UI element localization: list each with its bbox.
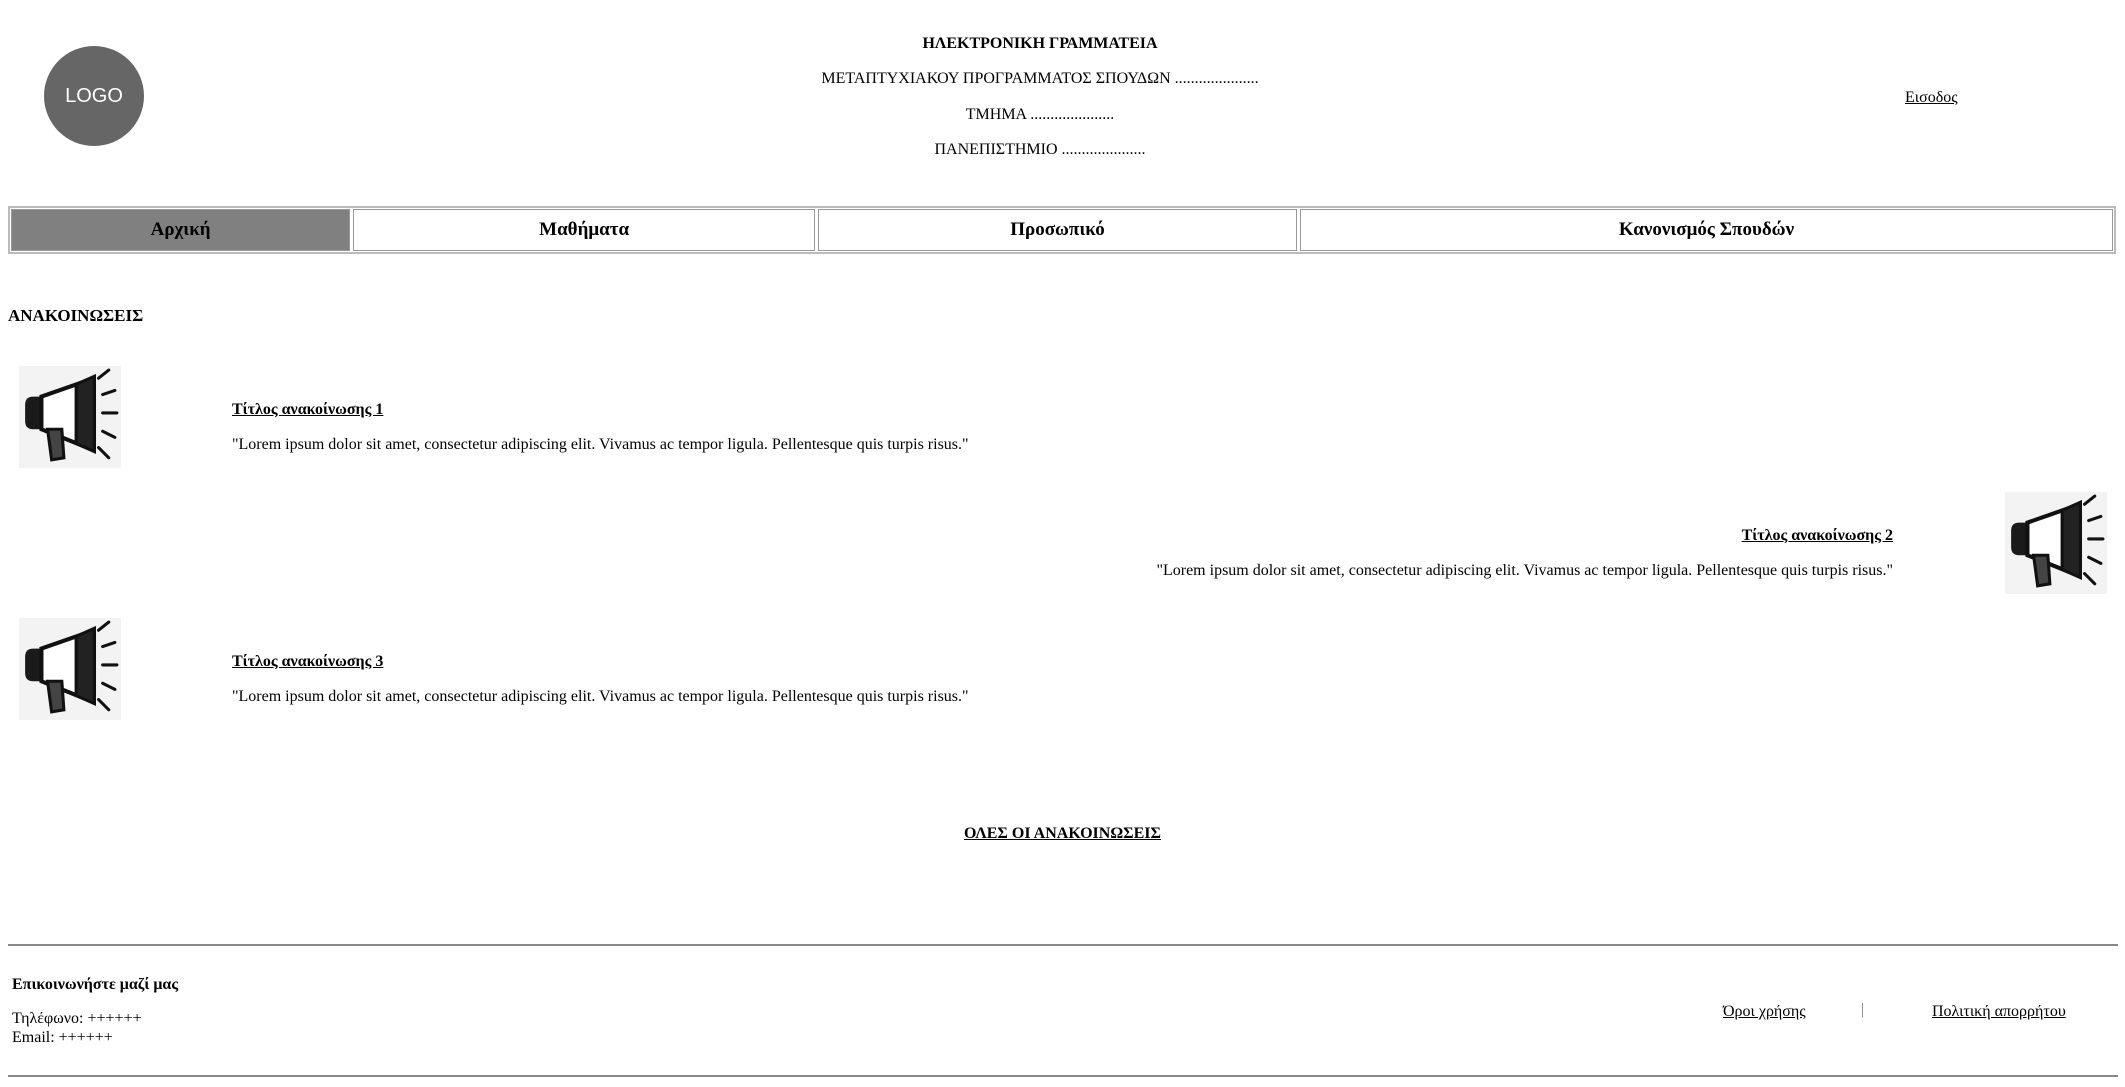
announcement-title-3[interactable]: Τίτλος ανακοίνωσης 3 (232, 653, 383, 671)
department-name: ΤΜΗΜΑ ..................... (965, 106, 1115, 123)
footer-divider-bottom (8, 1075, 2118, 1077)
contact-email: Email: ++++++ (12, 1029, 113, 1046)
main-nav: Αρχική Μαθήματα Προσωπικό Κανονισμός Σπο… (8, 206, 2116, 254)
nav-item-regulations[interactable]: Κανονισμός Σπουδών (1299, 209, 2113, 251)
nav-item-courses[interactable]: Μαθήματα (353, 209, 816, 251)
megaphone-icon (19, 618, 121, 720)
megaphone-icon (19, 366, 121, 468)
login-link[interactable]: Εισοδος (1905, 89, 1958, 107)
nav-item-home[interactable]: Αρχική (11, 209, 351, 251)
announcement-text-2: "Lorem ipsum dolor sit amet, consectetur… (1156, 562, 1893, 579)
announcement-text-1: "Lorem ipsum dolor sit amet, consectetur… (232, 436, 969, 453)
announcements-heading: ΑΝΑΚΟΙΝΩΣΕΙΣ (8, 306, 144, 325)
footer-separator: | (1861, 1001, 1865, 1018)
terms-link[interactable]: Όροι χρήσης (1723, 1003, 1806, 1021)
site-logo: LOGO (44, 46, 144, 146)
announcement-title-2[interactable]: Τίτλος ανακοίνωσης 2 (1742, 527, 1893, 545)
privacy-link[interactable]: Πολιτική απορρήτου (1932, 1003, 2066, 1021)
nav-item-staff[interactable]: Προσωπικό (818, 209, 1297, 251)
program-name: ΜΕΤΑΠΤΥΧΙΑΚΟΥ ΠΡΟΓΡΑΜΜΑΤΟΣ ΣΠΟΥΔΩΝ .....… (821, 70, 1259, 87)
contact-heading: Επικοινωνήστε μαζί μας (12, 976, 179, 993)
announcement-text-3: "Lorem ipsum dolor sit amet, consectetur… (232, 688, 969, 705)
megaphone-icon (2005, 492, 2107, 594)
university-name: ΠΑΝΕΠΙΣΤΗΜΙΟ ..................... (934, 141, 1146, 158)
footer-divider-top (8, 944, 2118, 946)
announcement-title-1[interactable]: Τίτλος ανακοίνωσης 1 (232, 401, 383, 419)
site-title: ΗΛΕΚΤΡΟΝΙΚΗ ΓΡΑΜΜΑΤΕΙΑ (922, 35, 1158, 52)
contact-phone: Τηλέφωνο: ++++++ (12, 1010, 142, 1027)
all-announcements-link[interactable]: ΟΛΕΣ ΟΙ ΑΝΑΚΟΙΝΩΣΕΙΣ (0, 825, 2125, 843)
